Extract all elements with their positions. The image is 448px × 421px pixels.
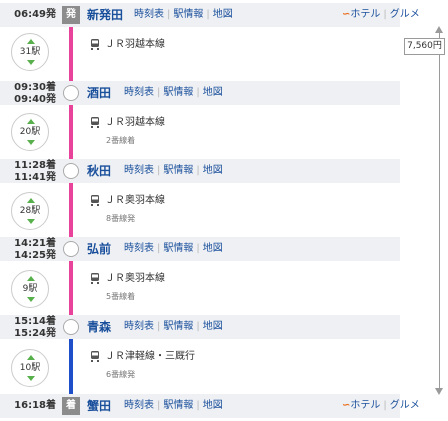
timetable-link[interactable]: 時刻表 bbox=[124, 321, 154, 332]
fare-range-line bbox=[439, 28, 440, 392]
station-info-link[interactable]: 駅情報 bbox=[163, 400, 193, 411]
stop-count-toggle[interactable]: 28駅 bbox=[11, 192, 49, 230]
track-number: 5番線着 bbox=[106, 292, 136, 301]
expand-down-icon bbox=[27, 376, 35, 381]
map-link[interactable]: 地図 bbox=[213, 9, 233, 20]
train-icon bbox=[91, 117, 99, 128]
expand-up-icon bbox=[27, 355, 35, 360]
station-row: 弘前 時刻表 | 駅情報 | 地図 bbox=[0, 237, 400, 261]
expand-down-icon bbox=[27, 140, 35, 145]
station-info-link[interactable]: 駅情報 bbox=[163, 165, 193, 176]
departure-time: 14:25発 bbox=[14, 250, 56, 261]
stop-count-toggle[interactable]: 20駅 bbox=[11, 113, 49, 151]
map-link[interactable]: 地図 bbox=[203, 243, 223, 254]
station-node bbox=[63, 319, 79, 335]
line-name: ＪＲ奥羽本線 bbox=[105, 195, 165, 206]
station-row: 16:18着 蟹田 時刻表 | 駅情報 | 地図 bbox=[0, 394, 400, 418]
stop-count: 20駅 bbox=[19, 127, 41, 137]
timetable-link[interactable]: 時刻表 bbox=[134, 9, 164, 20]
map-link[interactable]: 地図 bbox=[203, 400, 223, 411]
expand-down-icon bbox=[27, 60, 35, 65]
arrival-time: 15:14着 bbox=[14, 316, 56, 327]
departure-time: 15:24発 bbox=[14, 328, 56, 339]
expand-down-icon bbox=[27, 219, 35, 224]
line-name: ＪＲ羽越本線 bbox=[105, 117, 165, 128]
track-number: 6番線発 bbox=[106, 370, 136, 379]
hotel-gourmet-links: ∽ホテル | グルメ bbox=[342, 400, 420, 411]
arrival-time: 09:30着 bbox=[14, 82, 56, 93]
arrival-time: 16:18着 bbox=[14, 400, 56, 411]
arrow-down-icon bbox=[435, 388, 443, 395]
arrival-time: 14:21着 bbox=[14, 238, 56, 249]
hotel-gourmet-links: ∽ホテル | グルメ bbox=[342, 9, 420, 20]
stop-count-toggle[interactable]: 9駅 bbox=[11, 270, 49, 308]
map-link[interactable]: 地図 bbox=[203, 165, 223, 176]
expand-up-icon bbox=[27, 198, 35, 203]
expand-up-icon bbox=[27, 39, 35, 44]
station-row: 06:49発 新発田 時刻表 | 駅情報 | 地図 bbox=[0, 3, 400, 27]
timetable-link[interactable]: 時刻表 bbox=[124, 87, 154, 98]
station-row: 青森 時刻表 | 駅情報 | 地図 bbox=[0, 315, 400, 339]
stop-count-toggle[interactable]: 10駅 bbox=[11, 349, 49, 387]
station-name[interactable]: 青森 bbox=[87, 315, 111, 339]
route-result: 06:49発 新発田 時刻表 | 駅情報 | 地図 発 ∽ホテル | グルメ 31駅 ＪＲ羽… bbox=[0, 0, 448, 421]
map-link[interactable]: 地図 bbox=[203, 321, 223, 332]
track-number: 8番線発 bbox=[106, 214, 136, 223]
gourmet-link[interactable]: グルメ bbox=[390, 9, 420, 20]
station-info-link[interactable]: 駅情報 bbox=[173, 9, 203, 20]
station-name[interactable]: 蟹田 bbox=[87, 394, 111, 418]
stop-count: 10駅 bbox=[19, 363, 41, 373]
timetable-link[interactable]: 時刻表 bbox=[124, 165, 154, 176]
departure-badge: 発 bbox=[62, 6, 80, 24]
gourmet-link[interactable]: グルメ bbox=[390, 400, 420, 411]
line-name: ＪＲ津軽線・三厩行 bbox=[105, 351, 195, 362]
station-name[interactable]: 新発田 bbox=[87, 3, 123, 27]
timetable-link[interactable]: 時刻表 bbox=[124, 243, 154, 254]
station-row: 酒田 時刻表 | 駅情報 | 地図 bbox=[0, 81, 400, 105]
station-row: 秋田 時刻表 | 駅情報 | 地図 bbox=[0, 159, 400, 183]
timetable-link[interactable]: 時刻表 bbox=[124, 400, 154, 411]
departure-time: 06:49発 bbox=[14, 9, 56, 20]
station-links: 時刻表 | 駅情報 | 地図 bbox=[134, 9, 233, 20]
station-info-link[interactable]: 駅情報 bbox=[163, 87, 193, 98]
station-links: 時刻表 | 駅情報 | 地図 bbox=[124, 243, 223, 254]
station-links: 時刻表 | 駅情報 | 地図 bbox=[124, 400, 223, 411]
train-icon bbox=[91, 195, 99, 206]
station-name[interactable]: 秋田 bbox=[87, 159, 111, 183]
departure-time: 11:41発 bbox=[14, 172, 56, 183]
stop-count-toggle[interactable]: 31駅 bbox=[11, 33, 49, 71]
arrival-time: 11:28着 bbox=[14, 160, 56, 171]
arrival-badge: 着 bbox=[62, 397, 80, 415]
departure-time: 09:40発 bbox=[14, 94, 56, 105]
station-info-link[interactable]: 駅情報 bbox=[163, 321, 193, 332]
expand-down-icon bbox=[27, 297, 35, 302]
station-node bbox=[63, 163, 79, 179]
line-name: ＪＲ羽越本線 bbox=[105, 39, 165, 50]
train-icon bbox=[91, 39, 99, 50]
station-links: 時刻表 | 駅情報 | 地図 bbox=[124, 87, 223, 98]
expand-up-icon bbox=[27, 119, 35, 124]
expand-up-icon bbox=[27, 276, 35, 281]
station-links: 時刻表 | 駅情報 | 地図 bbox=[124, 321, 223, 332]
track-number: 2番線着 bbox=[106, 136, 136, 145]
fare-amount: 7,560円 bbox=[404, 38, 445, 55]
station-name[interactable]: 酒田 bbox=[87, 81, 111, 105]
train-icon bbox=[91, 351, 99, 362]
hotel-link[interactable]: ホテル bbox=[350, 400, 380, 411]
train-icon bbox=[91, 273, 99, 284]
station-node bbox=[63, 241, 79, 257]
stop-count: 9駅 bbox=[22, 284, 38, 294]
hotel-link[interactable]: ホテル bbox=[350, 9, 380, 20]
stop-count: 31駅 bbox=[19, 47, 41, 57]
stop-count: 28駅 bbox=[19, 206, 41, 216]
line-name: ＪＲ奥羽本線 bbox=[105, 273, 165, 284]
arrow-up-icon bbox=[435, 26, 443, 33]
station-node bbox=[63, 85, 79, 101]
station-info-link[interactable]: 駅情報 bbox=[163, 243, 193, 254]
map-link[interactable]: 地図 bbox=[203, 87, 223, 98]
station-links: 時刻表 | 駅情報 | 地図 bbox=[124, 165, 223, 176]
station-name[interactable]: 弘前 bbox=[87, 237, 111, 261]
